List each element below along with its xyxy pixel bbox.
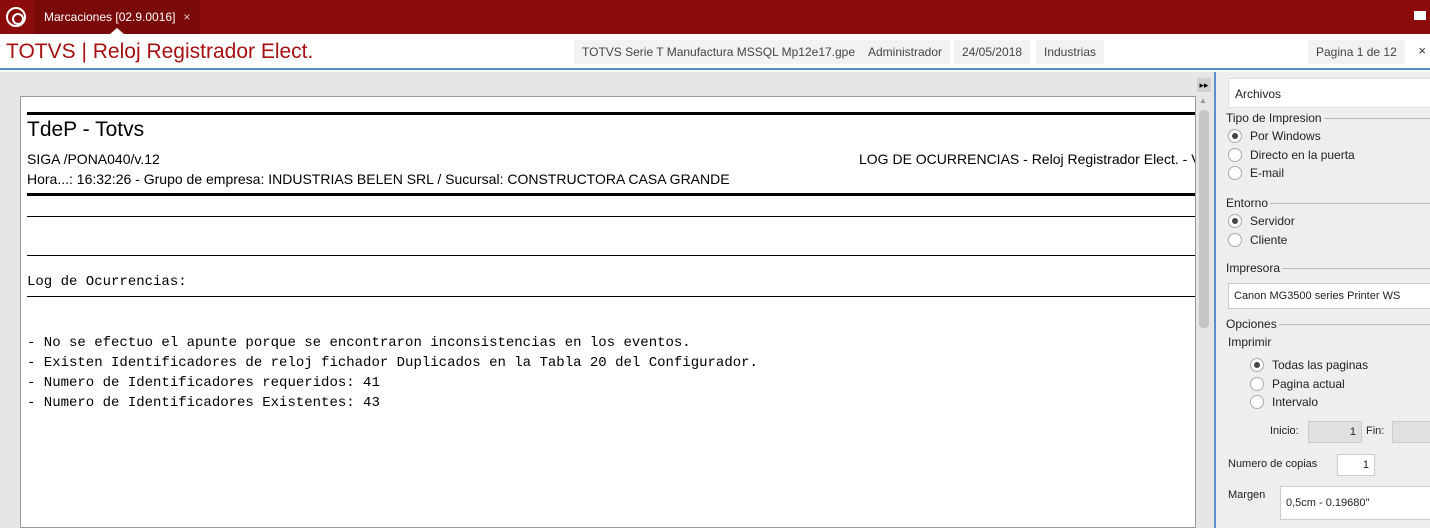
print-options-panel: Archivos Tipo de Impresion Por Windows D…: [1214, 72, 1430, 528]
copias-input[interactable]: 1: [1337, 454, 1375, 476]
tab-close-icon[interactable]: ×: [183, 10, 190, 24]
inicio-input[interactable]: 1: [1308, 421, 1362, 443]
entorno-label: Entorno: [1226, 196, 1271, 210]
radio-intervalo[interactable]: [1250, 395, 1264, 409]
fin-label: Fin:: [1366, 425, 1385, 437]
fin-input[interactable]: [1392, 421, 1430, 443]
radio-cliente[interactable]: [1228, 233, 1242, 247]
radio-label: Pagina actual: [1272, 377, 1345, 391]
radio-label: Servidor: [1250, 214, 1295, 228]
copias-label: Numero de copias: [1228, 458, 1318, 470]
scroll-up-icon[interactable]: ▲: [1199, 96, 1207, 105]
scrollbar-thumb[interactable]: [1199, 110, 1209, 328]
divider: [27, 255, 1195, 256]
opciones-label: Opciones: [1226, 317, 1279, 331]
report-hour-line: Hora...: 16:32:26 - Grupo de empresa: IN…: [27, 171, 730, 187]
top-bar: Marcaciones [02.9.0016] ×: [0, 0, 1430, 34]
report-title: TdeP - Totvs: [27, 118, 145, 141]
margen-label: Margen: [1228, 489, 1266, 501]
tipo-impresion-label: Tipo de Impresion: [1226, 111, 1324, 125]
log-line: - Numero de Identificadores Existentes: …: [27, 395, 380, 411]
radio-label: E-mail: [1250, 166, 1285, 180]
impresora-label: Impresora: [1226, 261, 1283, 275]
log-line: - No se efectuo el apunte porque se enco…: [27, 335, 691, 351]
company-label: Industrias: [1036, 40, 1105, 64]
radio-label: Cliente: [1250, 233, 1288, 247]
double-arrow-right-icon[interactable]: ▸▸: [1197, 78, 1211, 92]
close-icon[interactable]: ×: [1418, 43, 1426, 58]
divider: [27, 216, 1195, 217]
radio-pagina-actual[interactable]: [1250, 377, 1264, 391]
environment-label: TOTVS Serie T Manufactura MSSQL Mp12e17.…: [574, 40, 864, 64]
app-header: TOTVS | Reloj Registrador Elect. TOTVS S…: [0, 34, 1430, 70]
section-label: Log de Ocurrencias:: [27, 274, 187, 290]
tab-label: Marcaciones [02.9.0016]: [44, 10, 176, 24]
radio-servidor[interactable]: [1228, 214, 1242, 228]
page-indicator: Pagina 1 de 12: [1308, 40, 1405, 64]
user-label: Administrador: [860, 40, 951, 64]
report-page: TdeP - Totvs SIGA /PONA040/v.12 LOG DE O…: [20, 96, 1196, 528]
report-log-title: LOG DE OCURRENCIAS - Reloj Registrador E…: [859, 151, 1196, 167]
divider: [27, 296, 1195, 297]
imprimir-label: Imprimir: [1228, 335, 1272, 349]
divider: [27, 112, 1195, 115]
radio-label: Directo en la puerta: [1250, 148, 1355, 162]
radio-todas-paginas[interactable]: [1250, 358, 1264, 372]
app-title: TOTVS | Reloj Registrador Elect.: [6, 40, 314, 63]
report-program: SIGA /PONA040/v.12: [27, 151, 160, 167]
printer-select[interactable]: Canon MG3500 series Printer WS: [1228, 283, 1430, 309]
radio-por-windows[interactable]: [1228, 129, 1242, 143]
radio-label: Todas las paginas: [1272, 358, 1369, 372]
log-line: - Numero de Identificadores requeridos: …: [27, 375, 380, 391]
radio-label: Por Windows: [1250, 129, 1321, 143]
log-line: - Existen Identificadores de reloj ficha…: [27, 355, 758, 371]
archivos-button[interactable]: Archivos: [1228, 78, 1430, 108]
divider: [27, 193, 1195, 196]
mail-icon[interactable]: [1414, 11, 1426, 20]
radio-label: Intervalo: [1272, 395, 1319, 409]
margen-select[interactable]: 0,5cm - 0.19680": [1280, 486, 1430, 520]
totvs-logo-icon[interactable]: [6, 7, 26, 27]
inicio-label: Inicio:: [1270, 425, 1299, 437]
date-label: 24/05/2018: [954, 40, 1031, 64]
radio-directo[interactable]: [1228, 148, 1242, 162]
radio-email[interactable]: [1228, 166, 1242, 180]
